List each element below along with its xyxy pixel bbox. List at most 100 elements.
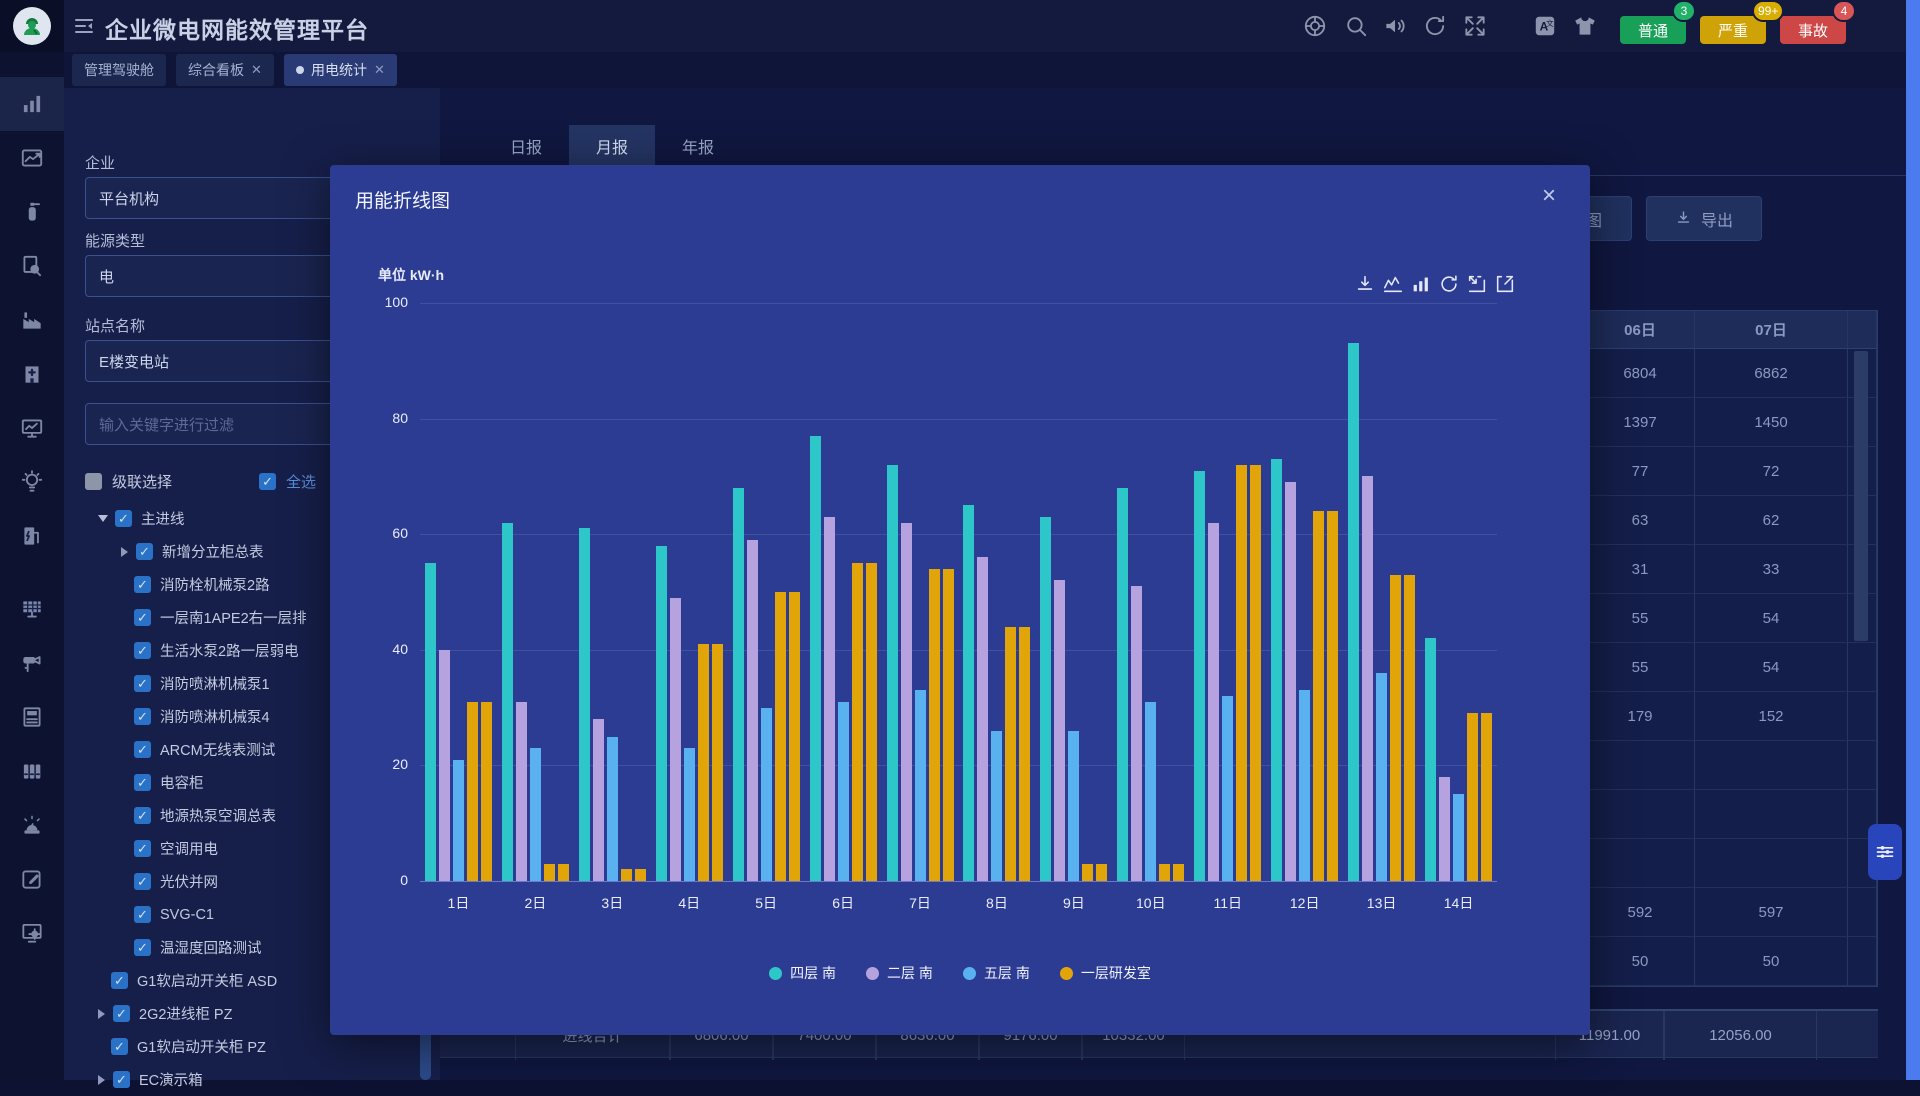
tree-checkbox[interactable]: ✓ [134,675,151,692]
bar-6日-四层 南 [810,436,821,881]
table-scrollbar[interactable] [1854,351,1868,641]
legend-item[interactable]: 二层 南 [866,963,933,983]
sidebar-item-system-settings[interactable] [0,906,64,960]
bar-12日-五层 南 [1299,690,1310,881]
bar-10日-五层 南 [1145,702,1156,881]
tree-checkbox[interactable]: ✓ [134,939,151,956]
table-cell: 152 [1695,692,1848,741]
sidebar-item-inspection[interactable] [0,239,64,293]
switch-line-icon[interactable] [1382,273,1404,295]
refresh-icon[interactable] [1422,13,1448,39]
report-tab-3[interactable]: 年报 [655,125,741,167]
bar-12日-二层 南 [1285,482,1296,881]
legend-item[interactable]: 四层 南 [769,963,836,983]
app-logo[interactable] [13,7,51,45]
tree-checkbox[interactable]: ✓ [134,807,151,824]
table-row[interactable]: 13971450 [1586,398,1877,447]
select-all-label[interactable]: 全选 [286,471,316,492]
view-tab-1[interactable]: 管理驾驶舱 [72,54,166,86]
sidebar-item-cctv-camera[interactable] [0,636,64,690]
view-tab-3[interactable]: 用电统计✕ [284,54,397,86]
table-row[interactable] [1586,839,1877,888]
cascade-select-row: 级联选择 ✓ 全选 [85,471,316,492]
tree-checkbox[interactable]: ✓ [115,510,132,527]
fullscreen-icon[interactable] [1462,13,1488,39]
tree-checkbox[interactable]: ✓ [113,1005,130,1022]
expand-arrow-icon[interactable] [98,515,108,522]
tree-checkbox[interactable]: ✓ [134,774,151,791]
sidebar-item-idea-bulb[interactable] [0,455,64,509]
export-button[interactable]: 导出 [1646,196,1762,241]
bar-10日-一层研发室 [1159,864,1170,881]
bar-11日-一层研发室 [1236,465,1247,881]
filter-settings-button[interactable] [1868,824,1902,880]
switch-bar-icon[interactable] [1410,273,1432,295]
tree-checkbox[interactable]: ✓ [134,609,151,626]
save-image-icon[interactable] [1354,273,1376,295]
table-row[interactable]: 592597 [1586,888,1877,937]
refresh-chart-icon[interactable] [1438,273,1460,295]
table-row[interactable]: 5554 [1586,594,1877,643]
tree-checkbox[interactable]: ✓ [134,741,151,758]
sidebar-item-factory[interactable] [0,293,64,347]
tree-checkbox[interactable]: ✓ [134,576,151,593]
tree-checkbox[interactable]: ✓ [134,906,151,923]
tree-checkbox[interactable]: ✓ [134,840,151,857]
table-row[interactable]: 5554 [1586,643,1877,692]
tree-checkbox[interactable]: ✓ [136,543,153,560]
bar-11日-四层 南 [1194,471,1205,881]
bar-3日-一层研发室 [635,869,646,881]
collapse-menu-icon[interactable] [72,14,96,43]
sidebar-item-solar-panel[interactable] [0,582,64,636]
close-tab-icon[interactable]: ✕ [374,62,385,78]
table-cell [1848,741,1877,790]
report-tab-1[interactable]: 日报 [483,125,569,167]
restore-icon[interactable] [1494,273,1516,295]
tree-checkbox[interactable]: ✓ [111,972,128,989]
close-tab-icon[interactable]: ✕ [251,62,262,78]
table-row[interactable]: 5050 [1586,937,1877,986]
sidebar-item-power-cabinet[interactable] [0,690,64,744]
tree-item-label: 消防喷淋机械泵4 [160,706,270,727]
volume-icon[interactable] [1382,13,1408,39]
sidebar-item-fire-extinguisher[interactable] [0,185,64,239]
tree-checkbox[interactable]: ✓ [111,1038,128,1055]
report-tab-2[interactable]: 月报 [569,125,655,167]
tree-checkbox[interactable]: ✓ [134,873,151,890]
collapse-arrow-icon[interactable] [121,547,128,557]
tree-checkbox[interactable]: ✓ [134,642,151,659]
sidebar-item-trend-area[interactable] [0,131,64,185]
select-all-checkbox[interactable]: ✓ [259,473,276,490]
help-circle-icon[interactable] [1302,13,1328,39]
sidebar-item-bar-chart[interactable] [0,77,64,131]
table-row[interactable]: 6362 [1586,496,1877,545]
table-row[interactable]: 68046862 [1586,349,1877,398]
translate-icon[interactable]: A文 [1532,13,1558,39]
table-row[interactable] [1586,790,1877,839]
legend-item[interactable]: 五层 南 [963,963,1030,983]
theme-shirt-icon[interactable] [1572,13,1598,39]
table-row[interactable]: 179152 [1586,692,1877,741]
legend-marker [1060,967,1073,980]
cascade-checkbox[interactable] [85,473,102,490]
view-tab-2[interactable]: 综合看板✕ [176,54,274,86]
sidebar-item-hospital-building[interactable] [0,347,64,401]
page-title: 企业微电网能效管理平台 [105,11,369,45]
close-icon[interactable]: × [1535,182,1563,210]
tree-item-label: 新增分立柜总表 [162,541,264,562]
sidebar-item-monitor-chart[interactable] [0,401,64,455]
table-row[interactable]: 7772 [1586,447,1877,496]
legend-item[interactable]: 一层研发室 [1060,963,1151,983]
tree-checkbox[interactable]: ✓ [134,708,151,725]
right-scroll-strip[interactable] [1906,0,1920,1080]
collapse-arrow-icon[interactable] [98,1009,105,1019]
table-row[interactable]: 3133 [1586,545,1877,594]
table-row[interactable] [1586,741,1877,790]
zoom-select-icon[interactable] [1466,273,1488,295]
sidebar-item-ev-charger[interactable] [0,509,64,563]
sidebar-item-edit[interactable] [0,852,64,906]
search-icon[interactable] [1343,13,1369,39]
tree-item-label: G1软启动开关柜 PZ [137,1036,266,1057]
sidebar-item-alarm-siren[interactable] [0,798,64,852]
sidebar-item-archive[interactable] [0,744,64,798]
